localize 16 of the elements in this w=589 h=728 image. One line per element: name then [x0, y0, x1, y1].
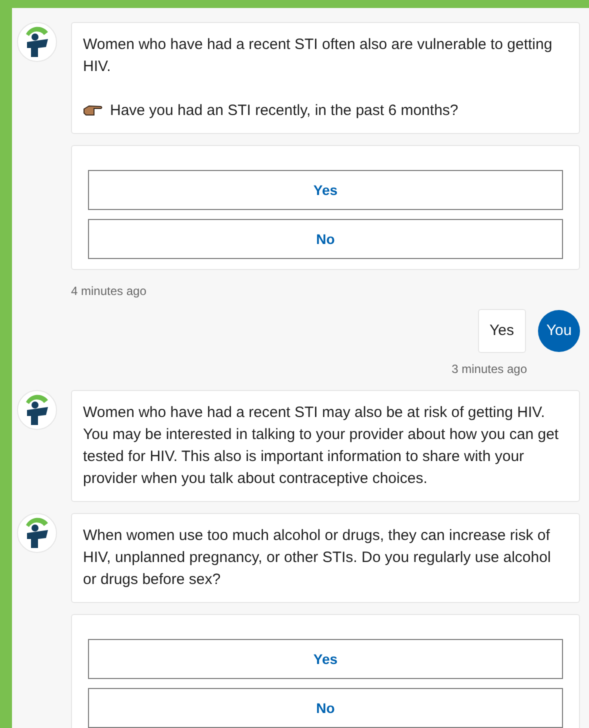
- logo-avatar-icon: [17, 390, 57, 430]
- message-text: Women who have had a recent STI may also be at risk of getting HIV. You may be interested in talking to your provider about how you can get tested for HIV. This also is important information to share with your provider when you talk about contraceptive choices.: [83, 403, 560, 489]
- choice-button[interactable]: No: [88, 688, 563, 728]
- choice-button[interactable]: Yes: [88, 639, 563, 679]
- question-text: Have you had an STI recently, in the past 6 months?: [110, 102, 458, 119]
- choice-button[interactable]: Yes: [88, 170, 563, 210]
- logo-avatar-icon: [17, 513, 57, 553]
- choice-button[interactable]: No: [88, 219, 563, 259]
- pointing-hand-icon: [83, 103, 103, 117]
- timestamp: 4 minutes ago: [71, 283, 146, 300]
- logo-avatar-icon: [17, 22, 57, 62]
- message-text: When women use too much alcohol or drugs, they can increase risk of HIV, unplanned pregnancy, or other STIs. Do you regularly use alcohol or drugs before sex?: [83, 526, 552, 590]
- user-avatar: You: [538, 310, 580, 352]
- timestamp: 3 minutes ago: [452, 361, 527, 378]
- message-bubble: Yes: [478, 309, 526, 353]
- message-text: Women who have had a recent STI often also are vulnerable to getting HIV.: [83, 35, 554, 77]
